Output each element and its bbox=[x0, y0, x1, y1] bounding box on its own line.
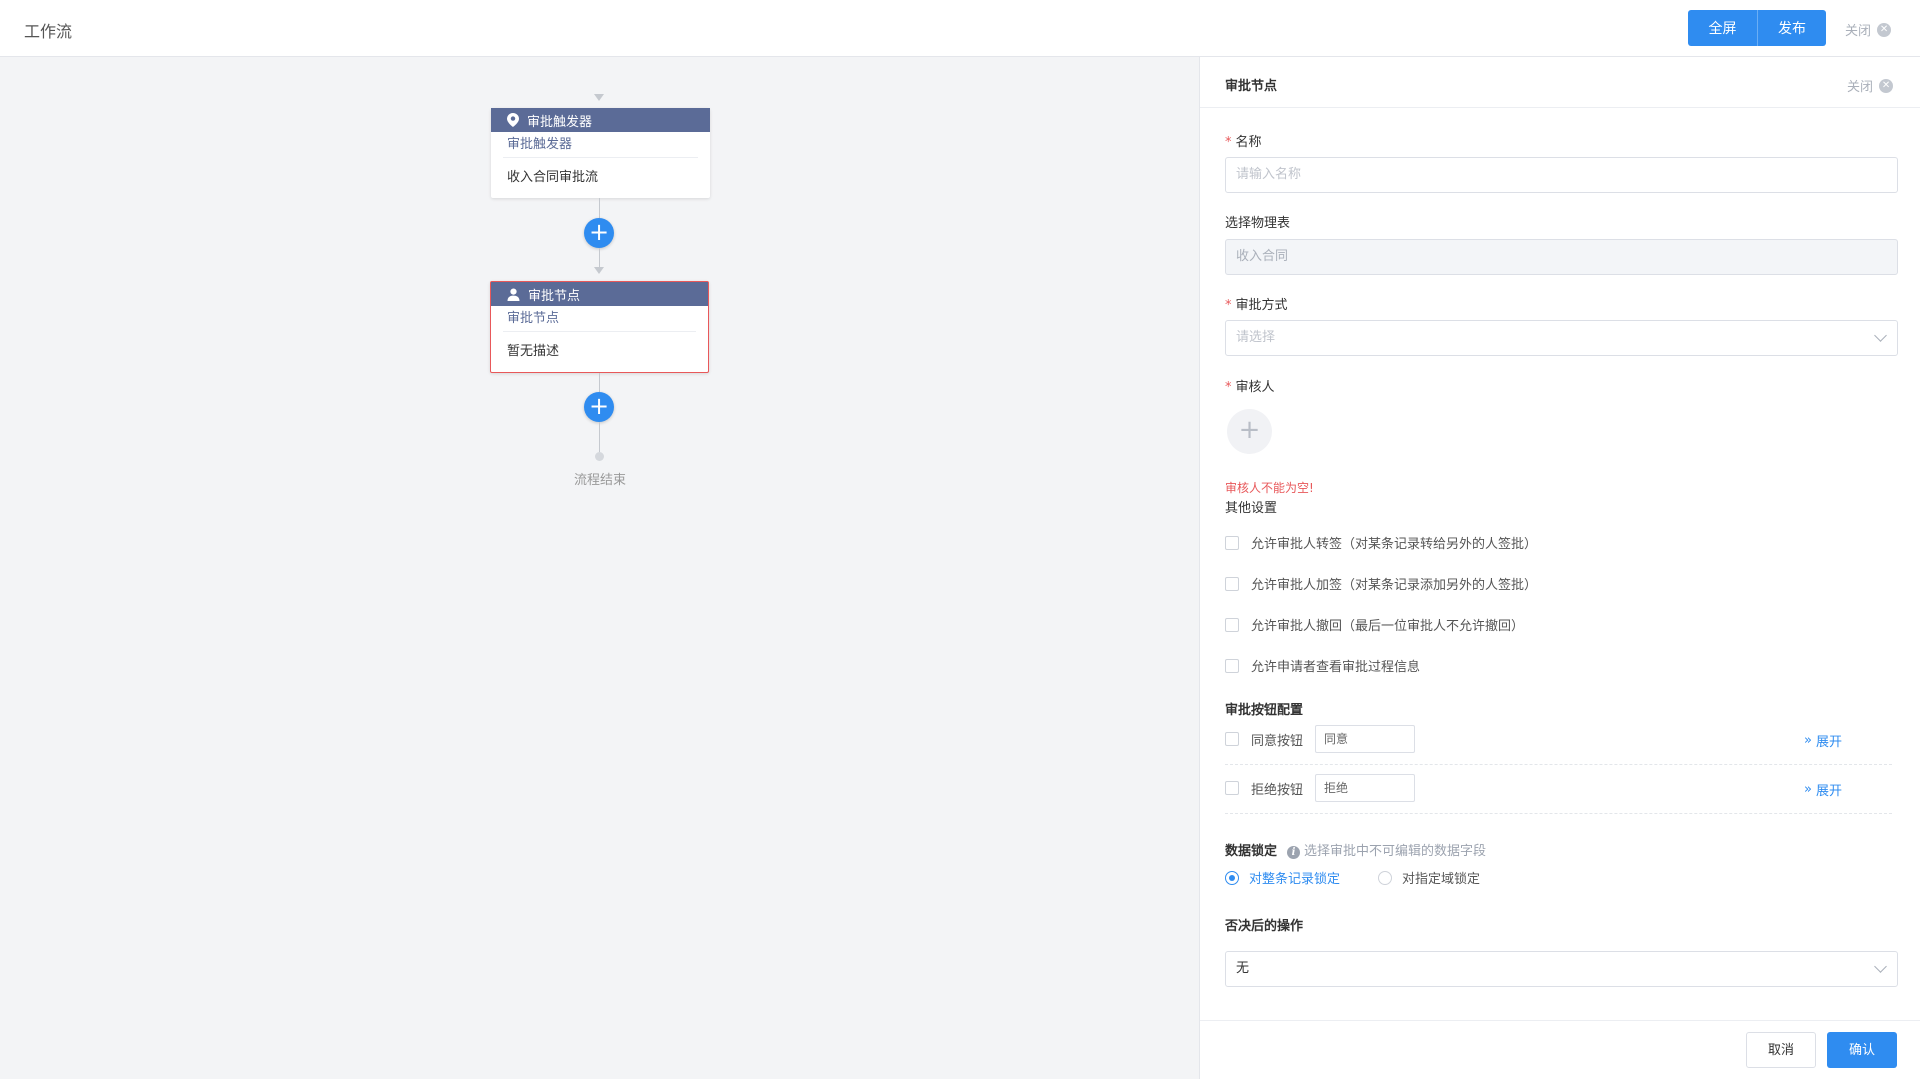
close-icon: ✕ bbox=[1879, 78, 1894, 93]
reviewer-error: 审核人不能为空! bbox=[1225, 481, 1314, 495]
approval-node-title: 审批节点 bbox=[528, 288, 581, 304]
required-mark: * bbox=[1225, 135, 1232, 150]
publish-button[interactable]: 发布 bbox=[1757, 10, 1826, 46]
option-withdraw-label: 允许审批人撤回（最后一位审批人不允许撤回） bbox=[1251, 619, 1525, 634]
option-add-sign-checkbox[interactable] bbox=[1225, 576, 1239, 591]
agree-button-label: 同意按钮 bbox=[1251, 733, 1304, 749]
end-label: 流程结束 bbox=[573, 473, 626, 488]
option-view-process-row[interactable]: 允许申请者查看审批过程信息 bbox=[1225, 656, 1420, 675]
method-select[interactable]: 请选择 bbox=[1225, 320, 1898, 356]
divider bbox=[1225, 764, 1892, 765]
option-add-sign-label: 允许审批人加签（对某条记录添加另外的人签批） bbox=[1251, 578, 1538, 593]
after-reject-select[interactable]: 无 bbox=[1225, 951, 1898, 987]
after-reject-title: 否决后的操作 bbox=[1225, 919, 1304, 934]
agree-button-checkbox[interactable] bbox=[1225, 732, 1239, 746]
option-view-process-checkbox[interactable] bbox=[1225, 658, 1239, 673]
reject-button-checkbox[interactable] bbox=[1225, 781, 1239, 795]
method-select-placeholder: 请选择 bbox=[1236, 330, 1276, 345]
lock-record-radio[interactable] bbox=[1225, 870, 1239, 885]
buttons-config-title: 审批按钮配置 bbox=[1225, 703, 1304, 718]
table-input: 收入合同 bbox=[1225, 239, 1898, 275]
double-chevron-down-icon: » bbox=[1804, 733, 1812, 748]
fullscreen-button[interactable]: 全屏 bbox=[1688, 10, 1757, 46]
table-label: 选择物理表 bbox=[1225, 216, 1291, 231]
reviewer-label: * 审核人 bbox=[1225, 380, 1275, 395]
node-config-panel: 审批节点 关闭 ✕ * 名称 请输入名称 选择物理表 收入合同 * 审批方式 请选择… bbox=[1199, 57, 1920, 1079]
close-icon: ✕ bbox=[1877, 22, 1892, 37]
option-transfer-label: 允许审批人转签（对某条记录转给另外的人签批） bbox=[1251, 537, 1538, 552]
chevron-down-icon bbox=[1874, 960, 1887, 973]
panel-close-button[interactable]: 关闭 ✕ bbox=[1847, 76, 1894, 95]
cancel-button[interactable]: 取消 bbox=[1746, 1032, 1816, 1068]
trigger-node-subtitle: 审批触发器 bbox=[503, 132, 698, 158]
top-bar: 工作流 全屏 发布 关闭 ✕ bbox=[0, 0, 1920, 57]
agree-expand-label: 展开 bbox=[1815, 735, 1842, 750]
lock-field-option[interactable]: 对指定域锁定 bbox=[1378, 868, 1480, 887]
panel-footer: 取消 确认 bbox=[1200, 1020, 1920, 1079]
end-dot bbox=[595, 452, 604, 461]
required-mark: * bbox=[1225, 380, 1232, 395]
trigger-node-description: 收入合同审批流 bbox=[507, 170, 599, 185]
double-chevron-down-icon: » bbox=[1804, 782, 1812, 797]
option-add-sign-row[interactable]: 允许审批人加签（对某条记录添加另外的人签批） bbox=[1225, 574, 1537, 593]
confirm-button[interactable]: 确认 bbox=[1827, 1032, 1897, 1068]
approval-node-subtitle: 审批节点 bbox=[503, 306, 696, 332]
required-mark: * bbox=[1225, 298, 1232, 313]
add-node-button[interactable]: + bbox=[584, 392, 614, 422]
trigger-node[interactable]: 审批触发器 审批触发器 收入合同审批流 bbox=[491, 108, 710, 198]
reject-expand-link[interactable]: » 展开 bbox=[1804, 780, 1842, 799]
name-input[interactable]: 请输入名称 bbox=[1225, 157, 1898, 193]
lock-field-radio[interactable] bbox=[1378, 870, 1392, 885]
agree-button-text-input[interactable]: 同意 bbox=[1315, 725, 1416, 753]
reject-button-row: 拒绝按钮 拒绝 bbox=[1225, 774, 1416, 802]
approval-node-description: 暂无描述 bbox=[507, 344, 560, 359]
chevron-down-icon bbox=[1874, 329, 1887, 342]
arrow-down-icon bbox=[594, 94, 604, 101]
user-icon bbox=[507, 288, 520, 301]
lock-record-label: 对整条记录锁定 bbox=[1249, 872, 1341, 887]
name-label: * 名称 bbox=[1225, 135, 1262, 150]
agree-expand-link[interactable]: » 展开 bbox=[1804, 731, 1842, 750]
option-view-process-label: 允许申请者查看审批过程信息 bbox=[1251, 660, 1421, 675]
arrow-down-icon bbox=[594, 267, 604, 274]
add-reviewer-button[interactable]: + bbox=[1227, 409, 1272, 454]
option-withdraw-checkbox[interactable] bbox=[1225, 617, 1239, 632]
approval-node[interactable]: 审批节点 审批节点 暂无描述 bbox=[490, 281, 709, 373]
lock-record-option[interactable]: 对整条记录锁定 bbox=[1225, 868, 1340, 887]
divider bbox=[1225, 813, 1892, 814]
trigger-node-header: 审批触发器 bbox=[491, 108, 710, 132]
after-reject-value: 无 bbox=[1236, 961, 1250, 976]
option-transfer-row[interactable]: 允许审批人转签（对某条记录转给另外的人签批） bbox=[1225, 533, 1537, 552]
panel-title: 审批节点 bbox=[1225, 79, 1278, 94]
connector-line bbox=[599, 248, 600, 268]
connector-line bbox=[599, 373, 600, 392]
panel-header: 审批节点 关闭 ✕ bbox=[1200, 57, 1920, 108]
reject-expand-label: 展开 bbox=[1815, 784, 1842, 799]
header-close-label: 关闭 bbox=[1845, 24, 1872, 39]
method-label: * 审批方式 bbox=[1225, 298, 1288, 313]
header-close-button[interactable]: 关闭 ✕ bbox=[1845, 20, 1892, 39]
info-icon: i bbox=[1287, 846, 1301, 859]
reject-button-label: 拒绝按钮 bbox=[1251, 782, 1304, 798]
app-title: 工作流 bbox=[24, 22, 73, 41]
workflow-canvas[interactable]: 审批触发器 审批触发器 收入合同审批流 + 审批节点 审批节点 暂无描述 + 流… bbox=[0, 57, 1199, 1079]
connector-line bbox=[599, 198, 600, 218]
data-lock-hint: 选择审批中不可编辑的数据字段 bbox=[1304, 844, 1487, 859]
add-node-button[interactable]: + bbox=[584, 218, 614, 248]
connector-line bbox=[599, 422, 600, 452]
header-button-group: 全屏 发布 bbox=[1688, 10, 1826, 46]
location-pin-icon bbox=[507, 113, 519, 127]
data-lock-title: 数据锁定 i 选择审批中不可编辑的数据字段 bbox=[1225, 844, 1487, 859]
option-transfer-checkbox[interactable] bbox=[1225, 535, 1239, 550]
other-settings-title: 其他设置 bbox=[1225, 501, 1278, 516]
trigger-node-title: 审批触发器 bbox=[527, 114, 593, 130]
reject-button-text-input[interactable]: 拒绝 bbox=[1315, 774, 1416, 802]
lock-field-label: 对指定域锁定 bbox=[1402, 872, 1481, 887]
panel-close-label: 关闭 bbox=[1847, 80, 1874, 95]
agree-button-row: 同意按钮 同意 bbox=[1225, 725, 1416, 753]
approval-node-header: 审批节点 bbox=[491, 282, 708, 306]
option-withdraw-row[interactable]: 允许审批人撤回（最后一位审批人不允许撤回） bbox=[1225, 615, 1524, 634]
